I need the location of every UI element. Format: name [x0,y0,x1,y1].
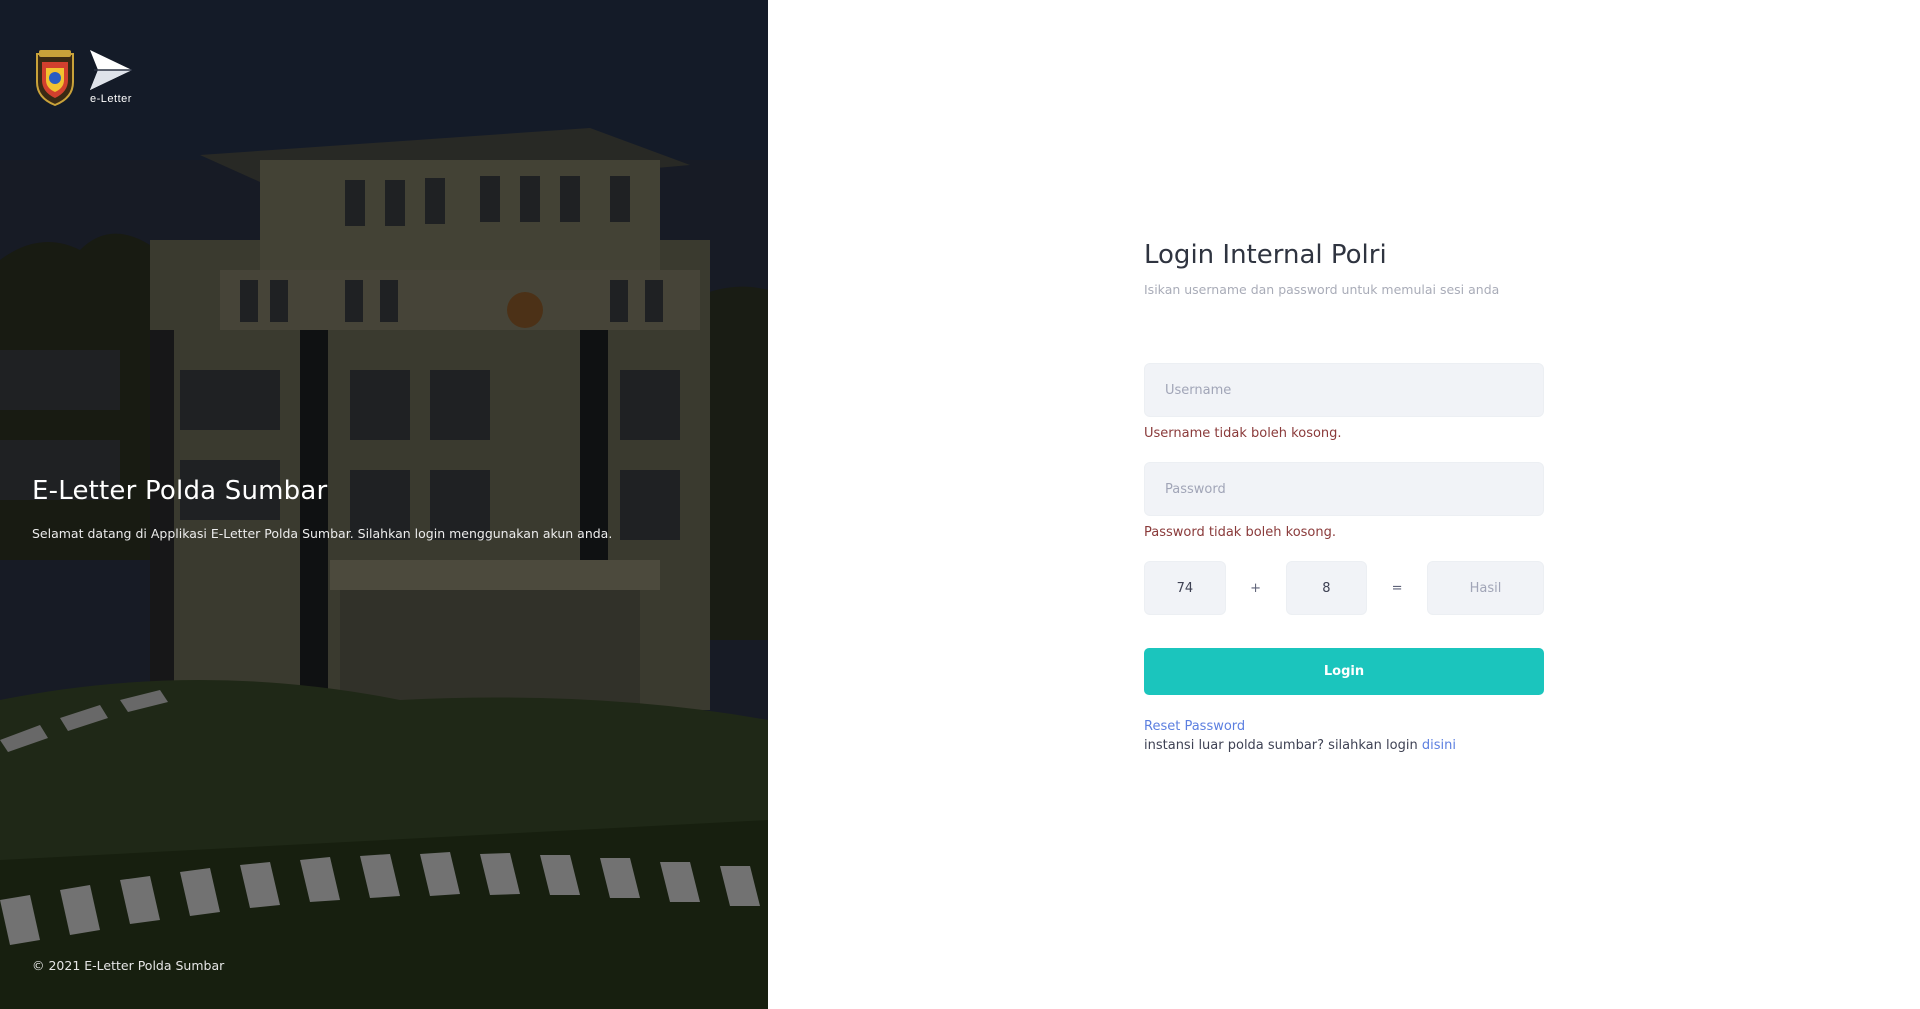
captcha-operand-b: 8 [1285,561,1368,615]
captcha-operand-a: 74 [1144,561,1226,615]
brand-logos: e-Letter [34,48,134,106]
polda-badge-icon [36,50,74,106]
logo-text: e-Letter [90,93,132,105]
form-links: Reset Password instansi luar polda sumba… [1144,719,1544,753]
password-input[interactable] [1144,462,1544,516]
captcha-operator: + [1250,580,1262,596]
eletter-logo: e-Letter [88,48,134,105]
login-form: Login Internal Polri Isikan username dan… [1144,240,1544,753]
form-subtitle: Isikan username dan password untuk memul… [1144,282,1500,297]
paper-plane-icon [90,50,132,90]
captcha-equals: = [1391,580,1403,596]
password-error: Password tidak boleh kosong. [1144,525,1336,540]
outside-login-text: instansi luar polda sumbar? silahkan log… [1144,738,1422,753]
form-title: Login Internal Polri [1144,240,1387,270]
hero-panel: e-Letter E-Letter Polda Sumbar Selamat d… [0,0,768,1009]
username-error: Username tidak boleh kosong. [1144,426,1342,441]
username-input[interactable] [1144,363,1544,417]
captcha-row: 74 + 8 = [1144,561,1544,615]
outside-login-link[interactable]: disini [1422,738,1456,753]
captcha-result-input[interactable] [1427,561,1544,615]
reset-password-link[interactable]: Reset Password [1144,719,1245,734]
login-button[interactable]: Login [1144,648,1544,695]
copyright-footer: © 2021 E-Letter Polda Sumbar [32,958,225,973]
hero-subtitle: Selamat datang di Applikasi E-Letter Pol… [32,526,613,541]
hero-title: E-Letter Polda Sumbar [32,476,328,506]
outside-login-row: instansi luar polda sumbar? silahkan log… [1144,738,1544,753]
